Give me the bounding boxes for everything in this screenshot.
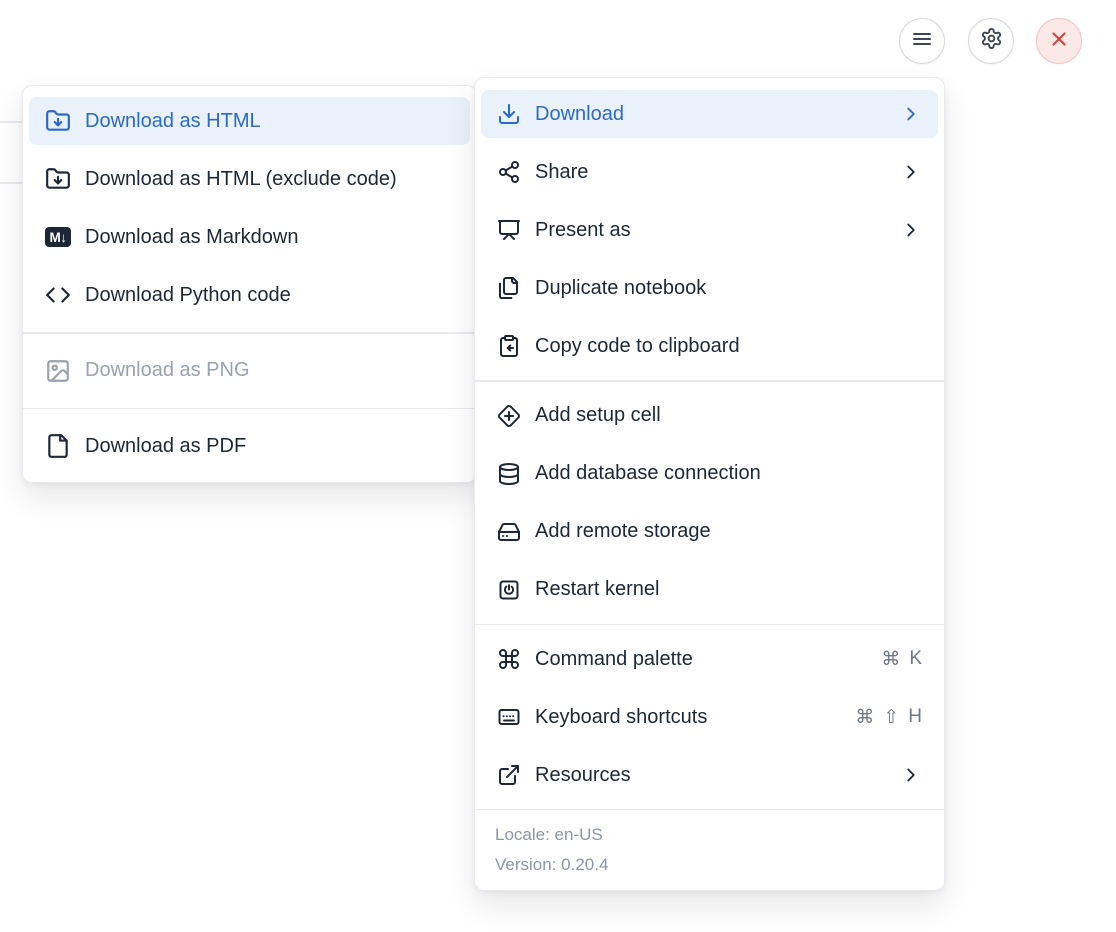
chevron-right-icon — [900, 764, 922, 786]
menu-item-label: Add database connection — [535, 462, 922, 485]
version-text: Version: 0.20.4 — [495, 852, 924, 878]
menu-divider — [475, 380, 944, 382]
menu-item-label: Download as PNG — [85, 359, 454, 382]
menu-item-share[interactable]: Share — [481, 148, 938, 196]
folder-down-icon — [45, 166, 71, 192]
menu-footer: Locale: en-US Version: 0.20.4 — [475, 809, 944, 890]
menu-item-copy-code[interactable]: Copy code to clipboard — [481, 322, 938, 370]
menu-item-add-database-connection[interactable]: Add database connection — [481, 450, 938, 498]
menu-item-label: Download as Markdown — [85, 226, 454, 249]
chevron-right-icon — [900, 161, 922, 183]
menu-item-label: Download as HTML — [85, 110, 454, 133]
menu-item-label: Keyboard shortcuts — [535, 706, 841, 729]
menu-item-label: Download Python code — [85, 284, 454, 307]
settings-button[interactable] — [968, 18, 1014, 64]
menu-item-add-setup-cell[interactable]: Add setup cell — [481, 392, 938, 440]
share-icon — [497, 160, 521, 184]
submenu-item-download-markdown[interactable]: M↓ Download as Markdown — [29, 213, 470, 261]
download-icon — [497, 102, 521, 126]
close-icon — [1048, 28, 1070, 55]
menu-divider — [475, 624, 944, 626]
shortcut-key: K — [909, 648, 922, 671]
menu-item-label: Add setup cell — [535, 404, 922, 427]
menu-item-label: Copy code to clipboard — [535, 335, 922, 358]
menu-button[interactable] — [899, 18, 945, 64]
menu-list: Download Share Present as Duplicate note… — [475, 78, 944, 809]
background-cell-border — [0, 182, 22, 184]
shortcut-key: H — [908, 706, 922, 729]
menu-item-command-palette[interactable]: Command palette ⌘ K — [481, 635, 938, 683]
markdown-badge-icon: M↓ — [45, 224, 71, 250]
gear-icon — [980, 27, 1003, 55]
menu-item-label: Resources — [535, 764, 886, 787]
menu-divider — [23, 408, 476, 410]
keyboard-shortcut: ⌘ K — [881, 648, 922, 671]
menu-item-label: Download — [535, 103, 886, 126]
database-icon — [497, 462, 521, 486]
menu-item-label: Share — [535, 161, 886, 184]
menu-divider — [23, 332, 476, 334]
menu-item-label: Present as — [535, 219, 886, 242]
notebook-actions-menu: Download Share Present as Duplicate note… — [474, 77, 945, 891]
submenu-item-download-pdf[interactable]: Download as PDF — [29, 422, 470, 470]
menu-item-download[interactable]: Download — [481, 90, 938, 138]
presentation-icon — [497, 218, 521, 242]
menu-item-keyboard-shortcuts[interactable]: Keyboard shortcuts ⌘ ⇧ H — [481, 693, 938, 741]
download-submenu: Download as HTML Download as HTML (exclu… — [22, 85, 477, 483]
menu-item-label: Download as HTML (exclude code) — [85, 168, 454, 191]
close-button[interactable] — [1036, 18, 1082, 64]
locale-text: Locale: en-US — [495, 822, 924, 848]
clipboard-arrow-icon — [497, 334, 521, 358]
submenu-item-download-html[interactable]: Download as HTML — [29, 97, 470, 145]
hamburger-icon — [910, 27, 934, 56]
file-icon — [45, 433, 71, 459]
external-link-icon — [497, 763, 521, 787]
menu-item-add-remote-storage[interactable]: Add remote storage — [481, 508, 938, 556]
hard-drive-icon — [497, 520, 521, 544]
menu-item-label: Restart kernel — [535, 578, 922, 601]
menu-item-label: Command palette — [535, 648, 867, 671]
chevron-right-icon — [900, 219, 922, 241]
background-cell-border — [0, 121, 22, 123]
submenu-list: Download as HTML Download as HTML (exclu… — [23, 86, 476, 482]
folder-down-icon — [45, 108, 71, 134]
diamond-plus-icon — [497, 404, 521, 428]
shortcut-key: ⌘ — [855, 706, 874, 729]
power-square-icon — [497, 578, 521, 602]
menu-item-label: Download as PDF — [85, 435, 454, 458]
submenu-item-download-png: Download as PNG — [29, 347, 470, 395]
menu-item-present-as[interactable]: Present as — [481, 206, 938, 254]
image-icon — [45, 358, 71, 384]
shortcut-key: ⌘ — [881, 648, 900, 671]
menu-item-duplicate-notebook[interactable]: Duplicate notebook — [481, 264, 938, 312]
submenu-item-download-python[interactable]: Download Python code — [29, 271, 470, 319]
menu-item-label: Add remote storage — [535, 520, 922, 543]
menu-item-restart-kernel[interactable]: Restart kernel — [481, 566, 938, 614]
submenu-item-download-html-exclude-code[interactable]: Download as HTML (exclude code) — [29, 155, 470, 203]
code-icon — [45, 282, 71, 308]
menu-item-label: Duplicate notebook — [535, 277, 922, 300]
duplicate-pages-icon — [497, 276, 521, 300]
keyboard-icon — [497, 705, 521, 729]
command-icon — [497, 647, 521, 671]
chevron-right-icon — [900, 103, 922, 125]
keyboard-shortcut: ⌘ ⇧ H — [855, 706, 922, 729]
menu-item-resources[interactable]: Resources — [481, 751, 938, 799]
shortcut-key: ⇧ — [883, 706, 899, 729]
markdown-badge-text: M↓ — [45, 227, 71, 247]
